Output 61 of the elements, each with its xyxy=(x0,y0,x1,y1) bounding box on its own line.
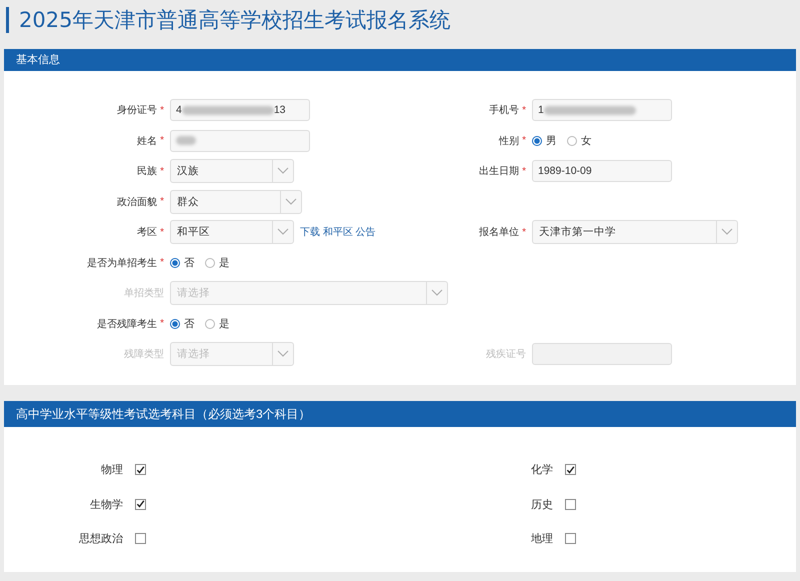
field-label: 出生日期 xyxy=(479,164,520,178)
select-field[interactable]: 汉族 xyxy=(170,159,294,184)
required-asterisk: * xyxy=(160,226,164,238)
field-label: 民族 xyxy=(137,164,158,178)
field-label: 政治面貌 xyxy=(117,196,158,209)
input-field[interactable]: 1989-10-09 xyxy=(532,160,672,182)
section-header: 基本信息 xyxy=(4,49,796,71)
checkbox[interactable] xyxy=(565,498,576,510)
subject-label: 化学 xyxy=(530,463,553,478)
page-title: 2025年天津市普通高等学校招生考试报名系统 xyxy=(6,7,450,33)
chevron-down-icon xyxy=(277,228,289,236)
required-asterisk: * xyxy=(160,166,164,177)
subject-label: 思想政治 xyxy=(78,532,123,546)
select-field[interactable]: 群众 xyxy=(170,190,302,214)
required-asterisk: * xyxy=(160,196,164,208)
field-label: 姓名 xyxy=(137,134,158,148)
checkbox[interactable] xyxy=(135,498,146,510)
subject-label: 生物学 xyxy=(89,498,123,512)
field-label: 手机号 xyxy=(489,104,520,118)
radio-option[interactable]: 女 xyxy=(567,134,592,148)
field-label: 报名单位 xyxy=(479,226,520,240)
chevron-down-icon xyxy=(721,228,733,236)
radio-option[interactable]: 是 xyxy=(205,256,230,270)
checkbox[interactable] xyxy=(135,464,146,476)
field-label: 身份证号 xyxy=(117,104,158,118)
required-asterisk: * xyxy=(522,104,526,116)
radio-option[interactable]: 是 xyxy=(205,316,230,331)
field-label: 单招类型 xyxy=(124,286,164,300)
field-label: 性别 xyxy=(499,134,520,148)
radio-option[interactable]: 否 xyxy=(170,256,195,270)
chevron-down-icon xyxy=(277,350,289,358)
notice-link[interactable]: 下载 和平区 公告 xyxy=(300,225,376,240)
chevron-down-icon xyxy=(277,167,289,176)
checkbox[interactable] xyxy=(565,464,576,476)
subject-label: 历史 xyxy=(530,498,553,512)
required-asterisk: * xyxy=(160,257,164,268)
subject-label: 物理 xyxy=(100,463,123,478)
required-asterisk: * xyxy=(522,166,526,177)
required-asterisk: * xyxy=(160,104,164,116)
select-field[interactable]: 和平区 xyxy=(170,220,294,244)
radio-option[interactable]: 男 xyxy=(532,134,557,148)
field-label: 是否为单招考生 xyxy=(87,256,158,270)
chevron-down-icon xyxy=(285,198,297,206)
field-label: 残疾证号 xyxy=(486,348,526,362)
select-field[interactable]: 天津市第一中学 xyxy=(532,220,738,244)
checkbox[interactable] xyxy=(135,533,146,544)
input-field[interactable]: 1 xyxy=(532,99,672,122)
field-label: 残障类型 xyxy=(124,348,164,362)
subject-label: 地理 xyxy=(530,532,553,546)
required-asterisk: * xyxy=(522,226,526,238)
section-header: 高中学业水平等级性考试选考科目（必须选考3个科目） xyxy=(4,400,796,426)
field-label: 是否残障考生 xyxy=(97,318,158,331)
radio-option[interactable]: 否 xyxy=(170,316,195,331)
required-asterisk: * xyxy=(522,135,526,146)
checkbox[interactable] xyxy=(565,533,576,544)
input-field[interactable] xyxy=(170,130,310,152)
input-field[interactable]: 4 13 xyxy=(170,99,310,122)
required-asterisk: * xyxy=(160,135,164,146)
required-asterisk: * xyxy=(160,318,164,330)
field-label: 考区 xyxy=(137,226,158,240)
chevron-down-icon xyxy=(431,289,443,298)
